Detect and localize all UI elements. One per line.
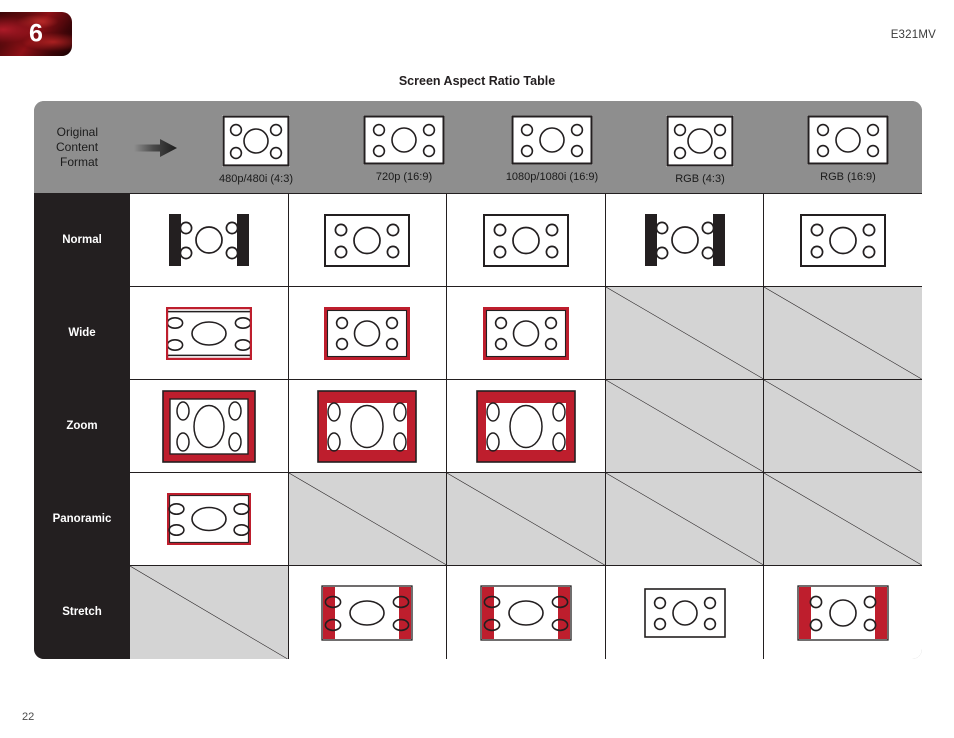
cell-stretch-1080p [447,566,606,659]
screen-glyph-16x9 [807,115,889,165]
table-cells [130,193,922,659]
diagonal-slash-icon [764,380,922,472]
screen-glyph-stretch-bars [321,584,414,641]
cell-stretch-rgb-4x3 [605,566,765,659]
diagonal-slash-icon [130,566,288,659]
table-row [130,566,922,659]
table-row [130,287,922,380]
row-label-stretch: Stretch [62,606,102,619]
column-header-label: 720p (16:9) [375,171,433,183]
screen-glyph-full [800,213,887,267]
column-header-rgb-4x3: RGB (4:3) [626,101,774,193]
column-header-480p: 480p/480i (4:3) [182,101,330,193]
cell-stretch-480p-unavailable [130,566,289,659]
screen-glyph-stretch-bars [479,584,572,641]
column-header-720p: 720p (16:9) [330,101,478,193]
screen-glyph-red-frame [324,306,411,360]
diagonal-slash-icon [289,473,447,565]
table-body: Normal Wide Zoom Panoramic Stretch [34,193,922,659]
screen-glyph-red-frame [482,306,569,360]
chapter-tab: 6 [0,12,72,56]
cell-panoramic-rgb-16x9-unavailable [764,473,922,566]
cell-normal-1080p [447,194,606,287]
table-row [130,473,922,566]
row-label-panoramic: Panoramic [52,513,112,526]
cell-zoom-1080p [447,380,606,473]
row-label-wide: Wide [68,326,96,339]
screen-glyph-16x9 [511,115,593,165]
screen-glyph-pillarbox [640,212,729,268]
cell-wide-720p [288,287,448,380]
cell-normal-720p [288,194,448,287]
cell-panoramic-rgb-4x3-unavailable [605,473,765,566]
diagonal-slash-icon [447,473,605,565]
column-header-1080p: 1080p/1080i (16:9) [478,101,626,193]
column-header-rgb-16x9: RGB (16:9) [774,101,922,193]
screen-aspect-ratio-table: Original Content Format 480p/480i (4:3) … [34,101,922,659]
column-header-label: 1080p/1080i (16:9) [505,171,599,183]
screen-glyph-4x3 [222,115,290,167]
screen-glyph-16x9 [363,115,445,165]
diagonal-slash-icon [606,380,764,472]
diagonal-slash-icon [606,473,764,565]
diagonal-slash-icon [606,287,764,379]
screen-glyph-zoom-thin [161,389,256,463]
screen-glyph-wide-crop [165,306,252,360]
screen-glyph-full [324,213,411,267]
row-label-column: Normal Wide Zoom Panoramic Stretch [34,193,130,659]
screen-glyph-full [482,213,569,267]
page-number: 22 [22,711,35,723]
original-content-format-text: Original Content Format [56,124,99,169]
table-row [130,194,922,287]
cell-normal-rgb-4x3 [605,194,765,287]
row-label-zoom: Zoom [66,420,98,432]
screen-glyph-4x3 [666,115,734,167]
cell-panoramic-720p-unavailable [288,473,448,566]
screen-glyph-zoom-thick [317,389,418,463]
cell-wide-1080p [447,287,606,380]
cell-zoom-rgb-16x9-unavailable [764,380,922,473]
table-header-row: Original Content Format 480p/480i (4:3) … [34,101,922,193]
screen-glyph-pillarbox [164,212,253,268]
screen-glyph-plain [643,587,726,638]
table-row [130,380,922,473]
model-id: E321MV [890,29,936,41]
cell-zoom-480p [130,380,289,473]
cell-stretch-720p [288,566,448,659]
cell-normal-480p [130,194,289,287]
cell-zoom-720p [288,380,448,473]
column-header-label: 480p/480i (4:3) [219,173,293,185]
chapter-number: 6 [29,19,43,48]
original-content-format-label: Original Content Format [34,101,130,193]
screen-glyph-panoramic [166,493,251,545]
cell-wide-rgb-4x3-unavailable [605,287,765,380]
cell-stretch-rgb-16x9 [764,566,922,659]
screen-glyph-stretch-bars [797,584,890,641]
cell-wide-rgb-16x9-unavailable [764,287,922,380]
screen-glyph-zoom-thick [475,389,576,463]
cell-wide-480p [130,287,289,380]
cell-zoom-rgb-4x3-unavailable [605,380,765,473]
cell-panoramic-480p [130,473,289,566]
right-arrow-icon [130,101,182,193]
page-title: Screen Aspect Ratio Table [398,74,556,88]
row-label-normal: Normal [62,233,102,246]
column-header-label: RGB (16:9) [820,171,876,183]
diagonal-slash-icon [764,473,922,565]
cell-panoramic-1080p-unavailable [447,473,606,566]
column-header-label: RGB (4:3) [675,173,725,185]
cell-normal-rgb-16x9 [764,194,922,287]
diagonal-slash-icon [764,287,922,379]
